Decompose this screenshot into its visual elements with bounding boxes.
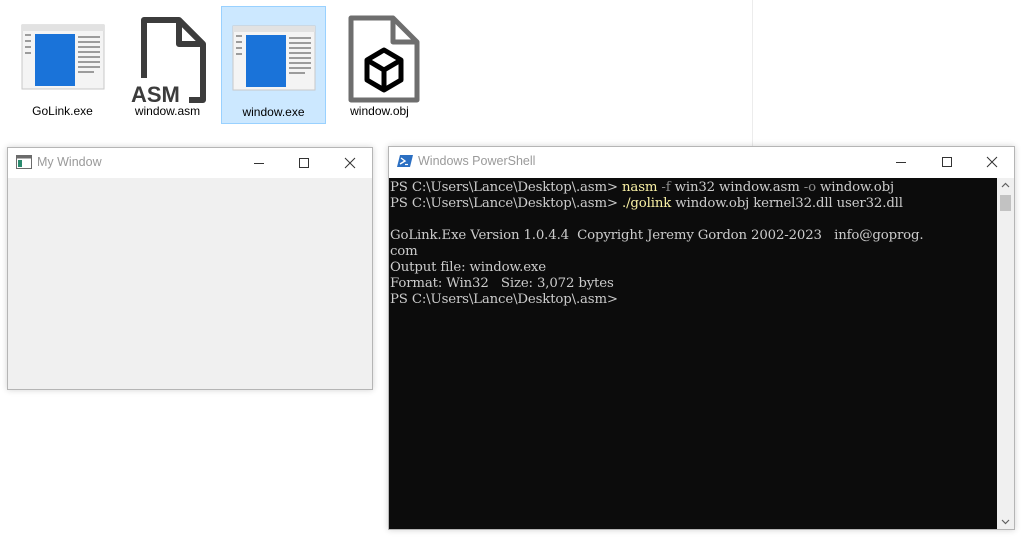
minimize-button[interactable]: [236, 148, 282, 178]
file-label: window.asm: [134, 104, 201, 118]
window-client-area[interactable]: [8, 178, 372, 389]
file-item-window-exe[interactable]: window.exe: [221, 6, 326, 124]
minimize-icon: [254, 163, 264, 164]
window-app-icon: [16, 155, 32, 169]
maximize-button[interactable]: [281, 148, 327, 178]
console-text: Format: Win32 Size: 3,072 bytes: [390, 276, 614, 291]
console-parameter: -o: [803, 180, 816, 195]
console-text: PS C:\Users\Lance\Desktop\.asm>: [390, 180, 622, 195]
file-item-golink-exe[interactable]: GoLink.exe: [10, 6, 115, 124]
console-text: com: [390, 244, 418, 259]
obj-file-icon: [348, 15, 419, 103]
console-command: ./golink: [622, 196, 672, 211]
console-line: Format: Win32 Size: 3,072 bytes: [390, 276, 997, 292]
file-label: GoLink.exe: [32, 104, 93, 118]
console-line: Output file: window.exe: [390, 260, 997, 276]
console-line: PS C:\Users\Lance\Desktop\.asm>: [390, 292, 997, 308]
console-line: PS C:\Users\Lance\Desktop\.asm> nasm -f …: [390, 180, 997, 196]
console-text: window.obj: [815, 180, 894, 195]
my-window: My Window: [7, 147, 373, 390]
file-item-window-asm[interactable]: ASM window.asm: [115, 6, 220, 124]
maximize-icon: [942, 157, 952, 167]
scroll-up-arrow-icon[interactable]: [1001, 182, 1010, 188]
console-text: window.obj kernel32.dll user32.dll: [671, 196, 903, 211]
scroll-down-arrow-icon[interactable]: [1001, 519, 1010, 525]
desktop: GoLink.exe ASM window.asm window.exe win…: [0, 0, 1021, 537]
file-label: window.exe: [242, 105, 305, 119]
console-text: PS C:\Users\Lance\Desktop\.asm>: [390, 196, 622, 211]
powershell-window: Windows PowerShell PS C:\Users\Lance\Des…: [388, 146, 1015, 530]
console-text: PS C:\Users\Lance\Desktop\.asm>: [390, 292, 618, 307]
exe-icon: [232, 25, 315, 91]
powershell-icon: [397, 155, 413, 167]
console-text: Output file: window.exe: [390, 260, 546, 275]
exe-icon: [21, 24, 104, 90]
close-button[interactable]: [969, 147, 1015, 177]
scrollbar-thumb[interactable]: [1000, 195, 1011, 211]
minimize-icon: [896, 162, 906, 163]
console-command: nasm: [622, 180, 658, 195]
close-button[interactable]: [327, 148, 373, 178]
maximize-button[interactable]: [924, 147, 970, 177]
title-bar[interactable]: My Window: [8, 148, 372, 178]
title-bar[interactable]: Windows PowerShell: [389, 147, 1014, 177]
console-text: GoLink.Exe Version 1.0.4.4 Copyright Jer…: [390, 228, 924, 243]
console-output[interactable]: PS C:\Users\Lance\Desktop\.asm> nasm -f …: [389, 178, 997, 529]
close-icon: [986, 156, 998, 168]
asm-file-icon: ASM: [128, 17, 206, 104]
console-line: GoLink.Exe Version 1.0.4.4 Copyright Jer…: [390, 228, 997, 244]
close-icon: [344, 157, 356, 169]
console-parameter: -f: [661, 180, 671, 195]
file-label: window.obj: [350, 104, 409, 118]
console-line: com: [390, 244, 997, 260]
window-title: My Window: [37, 155, 102, 169]
maximize-icon: [299, 158, 309, 168]
console-line: PS C:\Users\Lance\Desktop\.asm> ./golink…: [390, 196, 997, 212]
explorer-divider: [752, 0, 753, 146]
vertical-scrollbar[interactable]: [997, 178, 1014, 529]
window-title: Windows PowerShell: [418, 154, 536, 168]
file-item-window-obj[interactable]: window.obj: [327, 6, 432, 124]
console-text: win32 window.asm: [670, 180, 804, 195]
minimize-button[interactable]: [878, 147, 924, 177]
asm-badge: ASM: [131, 82, 180, 104]
